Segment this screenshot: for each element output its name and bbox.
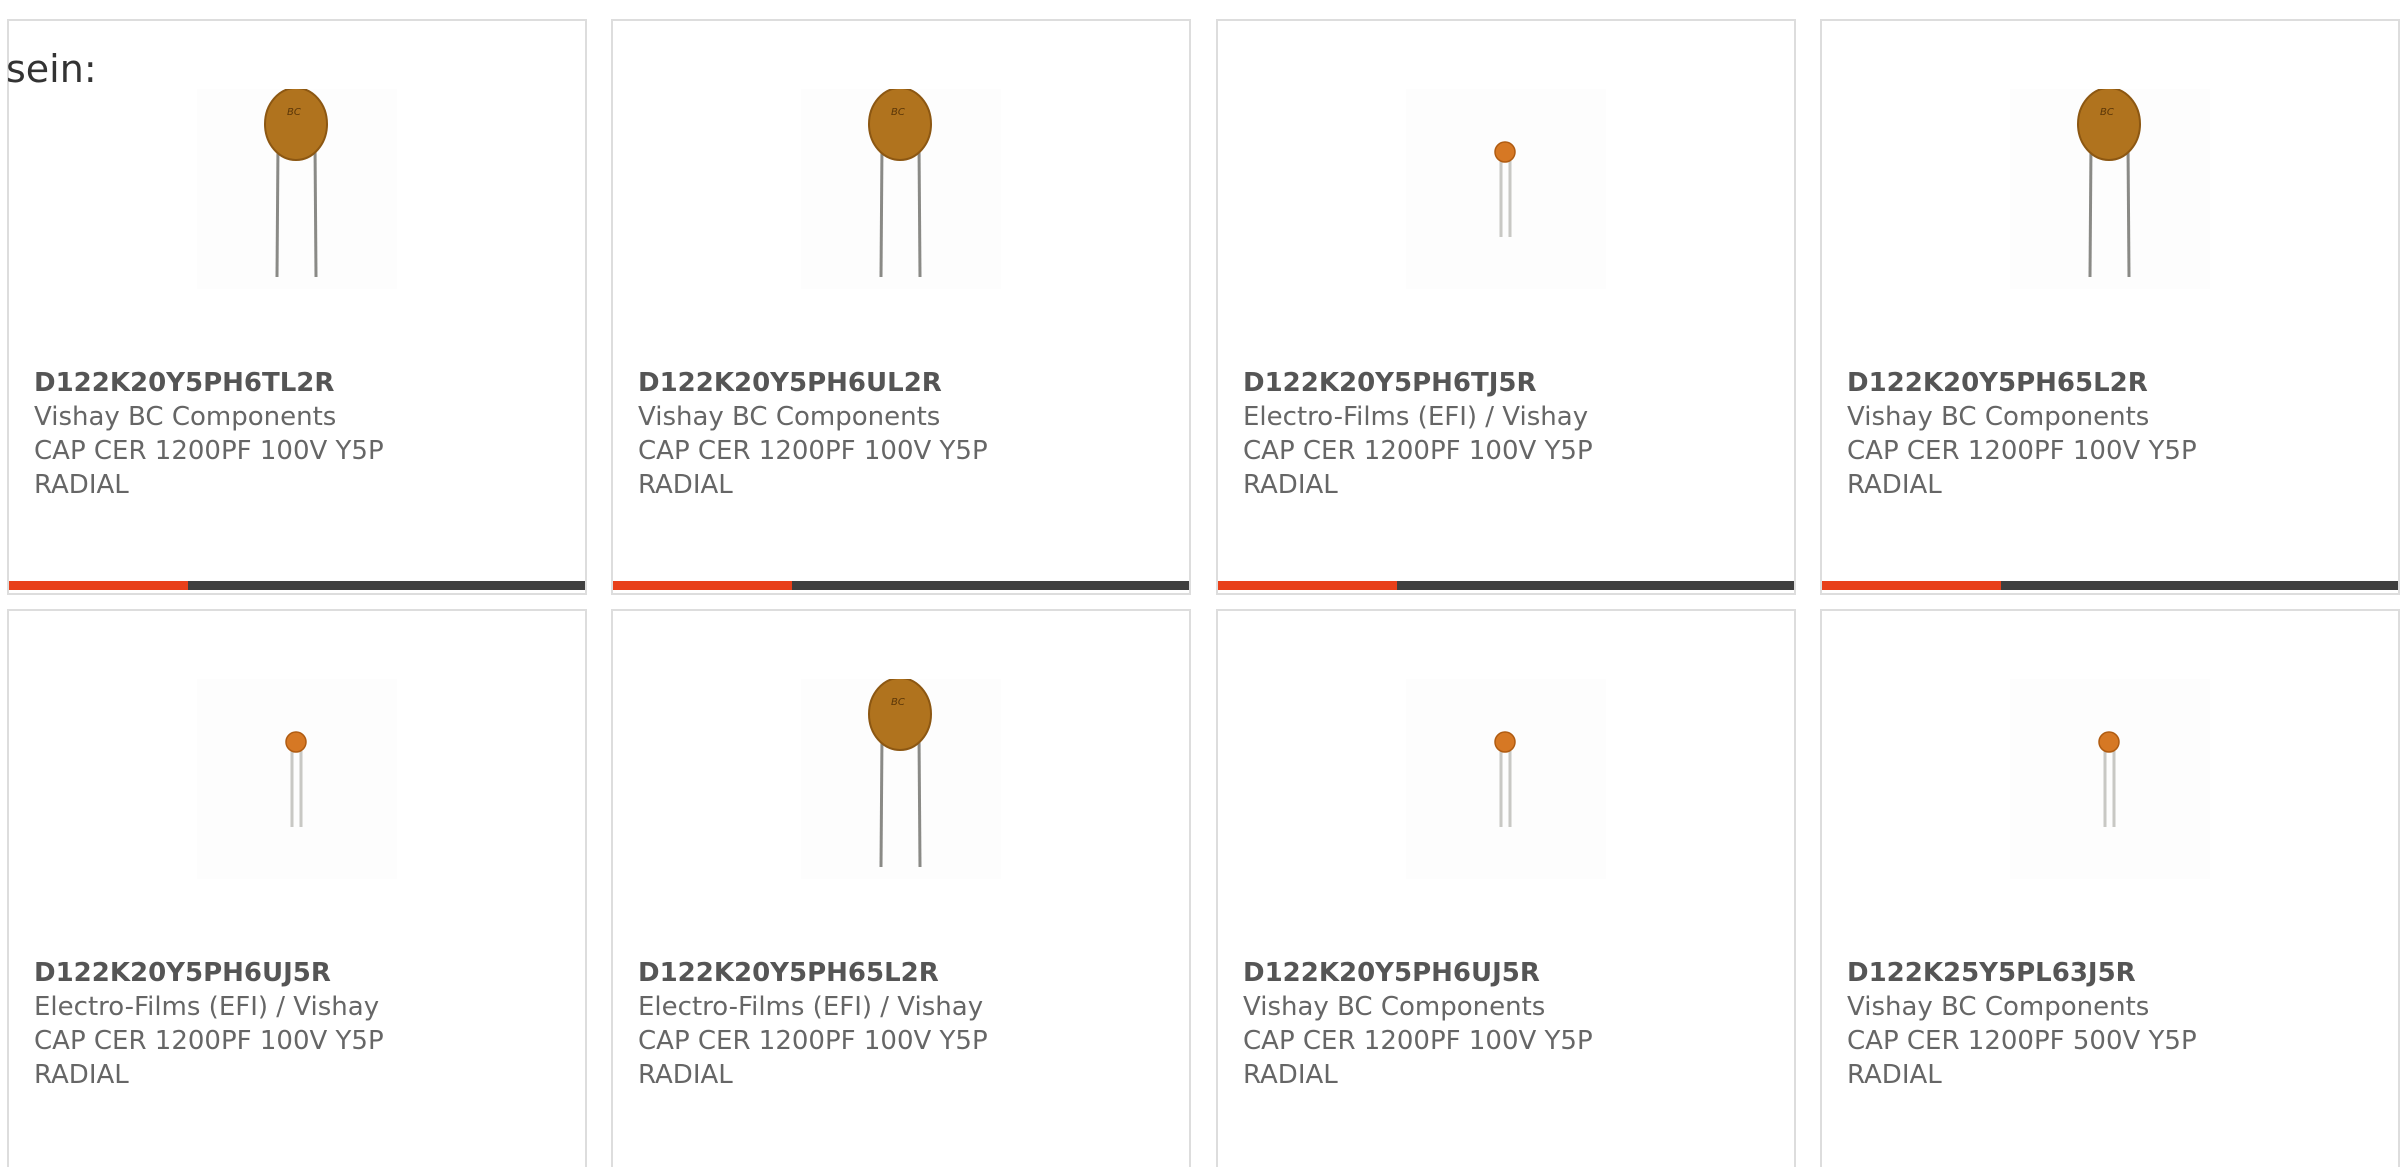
product-package: RADIAL xyxy=(1243,470,1338,500)
card-progress-fill xyxy=(1822,581,2001,590)
product-description: CAP CER 1200PF 500V Y5P xyxy=(1847,1026,2197,1056)
product-package: RADIAL xyxy=(34,1060,129,1090)
product-description: CAP CER 1200PF 100V Y5P xyxy=(1243,1026,1593,1056)
product-info: D122K25Y5PL63J5R Vishay BC Components CAP … xyxy=(1847,956,2367,1092)
product-card[interactable]: BC D122K20Y5PH6UL2R Vishay BC Components CA… xyxy=(611,19,1191,595)
product-card[interactable]: BC D122K20Y5PH65L2R Electro-Films (EFI) / … xyxy=(611,609,1191,1167)
large-disc-capacitor-image: BC xyxy=(868,89,932,278)
product-part-number[interactable]: D122K20Y5PH65L2R xyxy=(1847,366,2367,400)
card-progress-fill xyxy=(613,581,792,590)
product-manufacturer: Electro-Films (EFI) / Vishay xyxy=(34,992,380,1022)
product-package: RADIAL xyxy=(638,1060,733,1090)
product-manufacturer: Vishay BC Components xyxy=(638,402,941,432)
card-progress-bar xyxy=(1822,581,2398,590)
product-description: CAP CER 1200PF 100V Y5P xyxy=(1243,436,1593,466)
product-card[interactable]: BC D122K20Y5PH6TL2R Vishay BC Components CA… xyxy=(7,19,587,595)
product-part-number[interactable]: D122K20Y5PH6TJ5R xyxy=(1243,366,1763,400)
product-part-number[interactable]: D122K20Y5PH65L2R xyxy=(638,956,1158,990)
product-info: D122K20Y5PH6UL2R Vishay BC Components CAP … xyxy=(638,366,1158,502)
product-info: D122K20Y5PH65L2R Vishay BC Components CAP … xyxy=(1847,366,2367,502)
product-card[interactable]: D122K25Y5PL63J5R Vishay BC Components CAP … xyxy=(1820,609,2400,1167)
product-image[interactable] xyxy=(197,679,397,879)
product-grid-page: sein: BC D122K20Y5PH6TL2R Vishay BC Compon… xyxy=(0,0,2400,1167)
svg-text:BC: BC xyxy=(891,107,905,118)
intro-text: sein: xyxy=(6,47,97,91)
product-description: CAP CER 1200PF 100V Y5P xyxy=(638,1026,988,1056)
small-disc-capacitor-image xyxy=(2098,731,2120,827)
product-image[interactable] xyxy=(1406,679,1606,879)
product-info: D122K20Y5PH6UJ5R Vishay BC Components CAP … xyxy=(1243,956,1763,1092)
svg-text:BC: BC xyxy=(2100,107,2114,118)
small-disc-capacitor-image xyxy=(285,731,307,827)
card-progress-bar xyxy=(613,581,1189,590)
large-disc-capacitor-image: BC xyxy=(868,679,932,868)
small-disc-capacitor-image xyxy=(1494,731,1516,827)
product-info: D122K20Y5PH6TJ5R Electro-Films (EFI) / Vi… xyxy=(1243,366,1763,502)
product-card[interactable]: D122K20Y5PH6TJ5R Electro-Films (EFI) / Vi… xyxy=(1216,19,1796,595)
card-progress-fill xyxy=(1218,581,1397,590)
product-manufacturer: Electro-Films (EFI) / Vishay xyxy=(1243,402,1589,432)
product-description: CAP CER 1200PF 100V Y5P xyxy=(34,1026,384,1056)
product-part-number[interactable]: D122K20Y5PH6UJ5R xyxy=(1243,956,1763,990)
product-package: RADIAL xyxy=(638,470,733,500)
product-image[interactable]: BC xyxy=(801,89,1001,289)
product-info: D122K20Y5PH65L2R Electro-Films (EFI) / Vi… xyxy=(638,956,1158,1092)
product-package: RADIAL xyxy=(1847,1060,1942,1090)
product-package: RADIAL xyxy=(34,470,129,500)
product-info: D122K20Y5PH6UJ5R Electro-Films (EFI) / Vi… xyxy=(34,956,554,1092)
card-progress-bar xyxy=(1218,581,1794,590)
product-part-number[interactable]: D122K25Y5PL63J5R xyxy=(1847,956,2367,990)
product-description: CAP CER 1200PF 100V Y5P xyxy=(1847,436,2197,466)
svg-text:BC: BC xyxy=(287,107,301,118)
product-manufacturer: Vishay BC Components xyxy=(34,402,337,432)
svg-text:BC: BC xyxy=(891,697,905,708)
small-disc-capacitor-image xyxy=(1494,141,1516,237)
large-disc-capacitor-image: BC xyxy=(264,89,328,278)
product-part-number[interactable]: D122K20Y5PH6UJ5R xyxy=(34,956,554,990)
product-manufacturer: Vishay BC Components xyxy=(1243,992,1546,1022)
product-part-number[interactable]: D122K20Y5PH6TL2R xyxy=(34,366,554,400)
product-image[interactable]: BC xyxy=(801,679,1001,879)
product-card[interactable]: BC D122K20Y5PH65L2R Vishay BC Components CA… xyxy=(1820,19,2400,595)
product-manufacturer: Electro-Films (EFI) / Vishay xyxy=(638,992,984,1022)
product-image[interactable]: BC xyxy=(2010,89,2210,289)
card-progress-bar xyxy=(9,581,585,590)
product-image[interactable] xyxy=(2010,679,2210,879)
product-card[interactable]: D122K20Y5PH6UJ5R Vishay BC Components CAP … xyxy=(1216,609,1796,1167)
product-package: RADIAL xyxy=(1847,470,1942,500)
product-image[interactable]: BC xyxy=(197,89,397,289)
product-info: D122K20Y5PH6TL2R Vishay BC Components CAP … xyxy=(34,366,554,502)
product-description: CAP CER 1200PF 100V Y5P xyxy=(34,436,384,466)
product-manufacturer: Vishay BC Components xyxy=(1847,992,2150,1022)
card-progress-fill xyxy=(9,581,188,590)
product-package: RADIAL xyxy=(1243,1060,1338,1090)
product-part-number[interactable]: D122K20Y5PH6UL2R xyxy=(638,366,1158,400)
product-card[interactable]: D122K20Y5PH6UJ5R Electro-Films (EFI) / Vi… xyxy=(7,609,587,1167)
product-image[interactable] xyxy=(1406,89,1606,289)
product-description: CAP CER 1200PF 100V Y5P xyxy=(638,436,988,466)
product-manufacturer: Vishay BC Components xyxy=(1847,402,2150,432)
large-disc-capacitor-image: BC xyxy=(2077,89,2141,278)
